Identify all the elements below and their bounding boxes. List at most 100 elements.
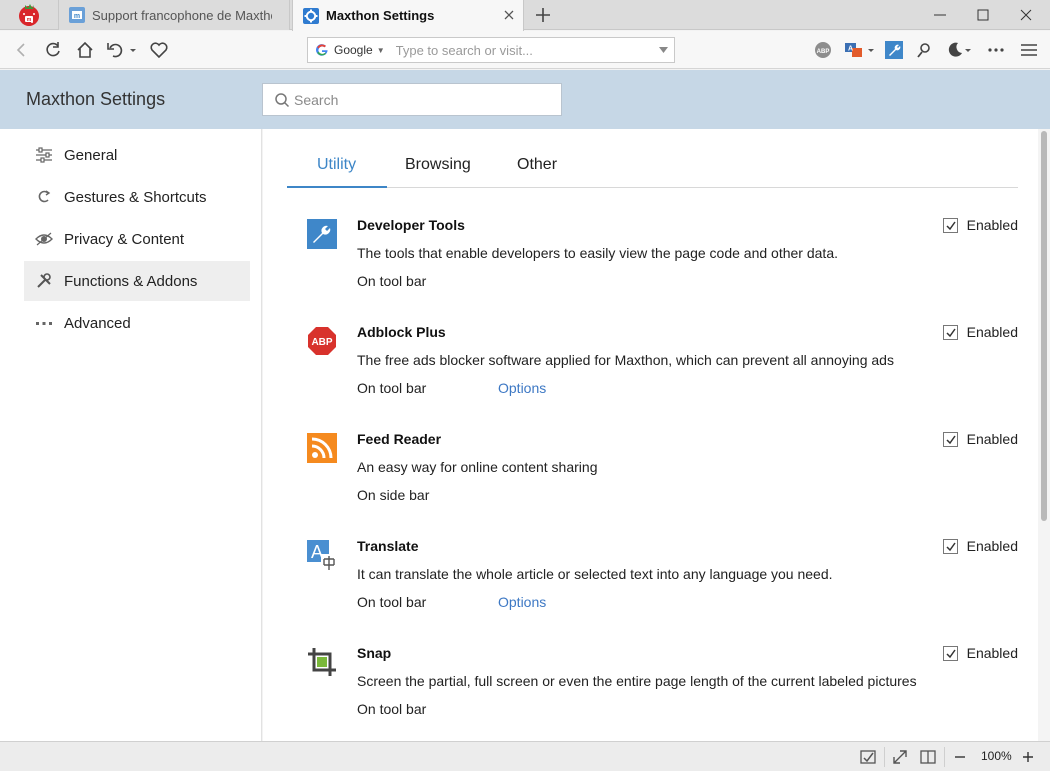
- page-check-icon[interactable]: [859, 748, 877, 766]
- feature-description: It can translate the whole article or se…: [357, 566, 833, 582]
- adblock-icon: ABP: [308, 327, 336, 355]
- enabled-checkbox[interactable]: Enabled: [942, 645, 1018, 661]
- tools-icon: [37, 273, 51, 288]
- settings-gear-favicon-icon: [303, 7, 319, 24]
- tab-title: Maxthon Settings: [326, 8, 435, 23]
- sidebar-item-label: Gestures & Shortcuts: [64, 188, 207, 206]
- feature-description: The tools that enable developers to easi…: [357, 245, 838, 261]
- more-dots-icon[interactable]: [986, 40, 1006, 60]
- checkmark-icon: [946, 649, 956, 658]
- gesture-icon: [38, 190, 51, 203]
- new-tab-plus-icon[interactable]: [533, 5, 553, 25]
- google-icon: [316, 44, 328, 56]
- close-tab-icon[interactable]: [501, 7, 517, 23]
- enabled-label: Enabled: [966, 538, 1018, 554]
- undo-close-icon[interactable]: [105, 40, 125, 60]
- home-icon[interactable]: [75, 40, 95, 60]
- sidebar-item-label: General: [64, 146, 118, 164]
- options-link[interactable]: Options: [498, 380, 546, 396]
- adblock-toolbar-icon[interactable]: ABP: [813, 40, 833, 60]
- tab-maxthon-settings[interactable]: Maxthon Settings: [292, 0, 524, 31]
- options-link[interactable]: Options: [498, 594, 546, 610]
- tab-browsing[interactable]: Browsing: [405, 156, 471, 174]
- sidebar-item-label: Privacy & Content: [64, 230, 185, 248]
- feature-name: Adblock Plus: [357, 324, 446, 340]
- svg-text:ABP: ABP: [817, 49, 830, 55]
- checkmark-icon: [946, 542, 956, 551]
- search-icon: [275, 92, 290, 107]
- chevron-down-icon[interactable]: [963, 40, 973, 60]
- sidebar-item-general[interactable]: General: [24, 135, 250, 175]
- sidebar-item-label: Advanced: [64, 314, 131, 332]
- chevron-down-icon[interactable]: [128, 40, 138, 60]
- wrench-icon: [307, 219, 337, 249]
- developer-tools-toolbar-icon[interactable]: [884, 40, 904, 60]
- tab-other[interactable]: Other: [517, 156, 557, 174]
- checkmark-icon: [946, 221, 956, 230]
- feature-name: Feed Reader: [357, 431, 442, 447]
- vertical-scrollbar[interactable]: [1038, 129, 1050, 741]
- enabled-checkbox[interactable]: Enabled: [942, 324, 1018, 340]
- zoom-out-icon[interactable]: [951, 748, 969, 766]
- feature-location: On side bar: [357, 487, 430, 503]
- minimize-icon[interactable]: [930, 5, 950, 25]
- checkbox[interactable]: [942, 645, 958, 661]
- rss-icon: [307, 433, 337, 463]
- sidebar-item-functions-addons[interactable]: Functions & Addons: [24, 261, 250, 301]
- status-bar: 100%: [0, 741, 1050, 771]
- feature-adblock-plus: ABP Adblock Plus The free ads blocker so…: [307, 324, 1018, 424]
- translate-toolbar-icon[interactable]: A: [844, 40, 864, 60]
- fullscreen-icon[interactable]: [891, 748, 909, 766]
- refresh-icon[interactable]: [43, 40, 63, 60]
- chevron-down-icon: ▼: [376, 45, 385, 55]
- split-screen-icon[interactable]: [919, 748, 937, 766]
- chevron-down-icon[interactable]: [866, 40, 876, 60]
- tab-utility[interactable]: Utility: [317, 156, 356, 174]
- scrollbar-thumb[interactable]: [1041, 131, 1047, 521]
- night-mode-moon-icon[interactable]: [945, 40, 965, 60]
- maxthon-logo-icon[interactable]: m: [16, 2, 42, 28]
- enabled-label: Enabled: [966, 324, 1018, 340]
- close-window-icon[interactable]: [1016, 5, 1036, 25]
- tab-support-francophone[interactable]: m Support francophone de Maxthon: [58, 0, 290, 30]
- zoom-in-icon[interactable]: [1019, 748, 1037, 766]
- sidebar-item-advanced[interactable]: Advanced: [24, 303, 250, 343]
- checkbox[interactable]: [942, 217, 958, 233]
- address-input[interactable]: [395, 42, 646, 58]
- sliders-icon: [36, 147, 52, 163]
- address-bar[interactable]: Google ▼: [307, 37, 675, 63]
- enabled-checkbox[interactable]: Enabled: [942, 538, 1018, 554]
- checkbox[interactable]: [942, 324, 958, 340]
- settings-header: Maxthon Settings: [0, 70, 1050, 129]
- user-search-icon[interactable]: [914, 40, 934, 60]
- search-input[interactable]: [294, 91, 554, 108]
- settings-main-panel: Utility Browsing Other Developer Tools T…: [263, 129, 1050, 741]
- translate-icon: A: [307, 540, 337, 570]
- feature-description: Screen the partial, full screen or even …: [357, 673, 917, 689]
- search-engine-selector[interactable]: Google ▼: [308, 43, 385, 57]
- settings-tab-bar: Utility Browsing Other: [287, 129, 1018, 188]
- settings-search-box[interactable]: [262, 83, 562, 116]
- maximize-icon[interactable]: [973, 5, 993, 25]
- feature-developer-tools: Developer Tools The tools that enable de…: [307, 217, 1018, 317]
- search-engine-name: Google: [334, 43, 373, 57]
- hamburger-menu-icon[interactable]: [1019, 40, 1039, 60]
- enabled-checkbox[interactable]: Enabled: [942, 217, 1018, 233]
- tab-title: Support francophone de Maxthon: [92, 7, 272, 23]
- address-dropdown-icon[interactable]: [659, 47, 668, 53]
- back-arrow-icon[interactable]: [12, 40, 32, 60]
- page-title: Maxthon Settings: [26, 89, 166, 109]
- feature-feed-reader: Feed Reader An easy way for online conte…: [307, 431, 1018, 531]
- feature-snap: Snap Screen the partial, full screen or …: [307, 645, 1018, 745]
- sidebar-item-privacy-content[interactable]: Privacy & Content: [24, 219, 250, 259]
- feature-translate: A Translate It can translate the whole a…: [307, 538, 1018, 638]
- feature-location: On tool bar: [357, 273, 427, 289]
- checkbox[interactable]: [942, 431, 958, 447]
- zoom-level[interactable]: 100%: [981, 749, 1012, 763]
- favorite-heart-icon[interactable]: [149, 40, 169, 60]
- enabled-checkbox[interactable]: Enabled: [942, 431, 1018, 447]
- sidebar-item-gestures-shortcuts[interactable]: Gestures & Shortcuts: [24, 177, 250, 217]
- maxthon-site-favicon-icon: m: [69, 7, 85, 23]
- sidebar-item-label: Functions & Addons: [64, 272, 198, 290]
- checkbox[interactable]: [942, 538, 958, 554]
